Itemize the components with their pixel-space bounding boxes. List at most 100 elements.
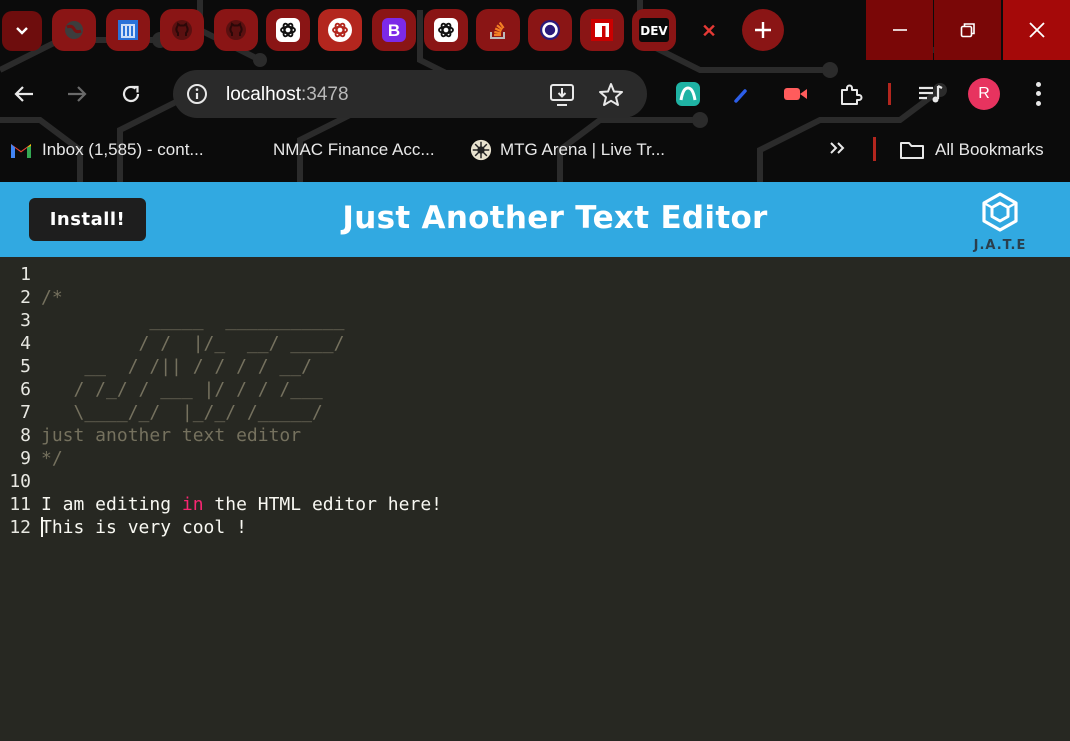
teal-shield-extension-icon [676,82,700,106]
minimize-button[interactable] [866,0,933,60]
address-url[interactable]: localhost:3478 [226,84,349,106]
all-bookmarks-label: All Bookmarks [935,140,1044,159]
media-controls-button[interactable] [916,79,946,109]
purple-ring-icon [540,20,560,40]
browser-chrome: B DEV ✕ localhost:3478 R Inbox (1,585) -… [0,0,1070,182]
code-line[interactable]: / / |/_ __/ ____/ [41,332,1061,355]
code-text: the HTML editor here! [203,494,442,515]
chevron-double-right-icon[interactable] [828,140,846,160]
code-line[interactable] [41,470,1061,493]
code-line[interactable]: /* [41,286,1061,309]
github-icon [226,20,246,40]
line-number: 9 [20,448,31,469]
extension-pen[interactable] [726,79,756,109]
github-icon [172,20,192,40]
library-building-icon [118,20,138,40]
bookmarks-separator [873,137,876,161]
chevron-down-icon [16,27,28,35]
new-tab-button[interactable] [742,9,784,51]
close-icon [1028,22,1045,38]
tab-purple-app[interactable] [528,9,572,51]
code-line[interactable]: __ / /|| / / / / __/ [41,355,1061,378]
restore-icon [960,23,975,38]
openai-icon [276,18,300,42]
npm-icon [591,19,613,41]
tab-github-1[interactable] [160,9,204,51]
site-info-icon[interactable] [184,81,210,107]
browser-menu-icon[interactable] [1026,80,1050,108]
tab-dev[interactable]: DEV [632,9,676,51]
code-text: I am editing [41,494,182,515]
back-button[interactable] [6,76,42,112]
extension-teal[interactable] [673,79,703,109]
tab-globe[interactable] [52,9,96,51]
line-number-gutter: 1 2 3 4 5 6 7 8 9 10 11 12 [0,263,36,539]
code-text: This is very cool ! [41,517,247,538]
code-line[interactable]: _____ ___________ [41,309,1061,332]
tab-chatgpt-active[interactable] [318,9,362,51]
code-line[interactable]: */ [41,447,1061,470]
media-queue-icon [919,85,943,103]
jate-logo: J.A.T.E [965,190,1035,254]
bookmark-nmac[interactable]: NMAC Finance Acc... [273,136,435,164]
bookmark-inbox[interactable]: Inbox (1,585) - cont... [10,136,204,164]
line-number: 12 [9,517,31,538]
code-content[interactable]: /* _____ ___________ / / |/_ __/ ____/ _… [41,263,1061,539]
address-bar[interactable]: localhost:3478 [173,70,647,118]
cube-logo-icon [982,192,1018,232]
puzzle-icon [841,84,863,105]
tab-npm[interactable] [580,9,624,51]
forward-button[interactable] [59,76,95,112]
tab-close-icon[interactable]: ✕ [694,18,724,44]
code-line[interactable]: I am editing in the HTML editor here! [41,493,1061,516]
line-number: 3 [20,310,31,331]
tab-github-2[interactable] [214,9,258,51]
plus-icon [755,22,771,38]
code-editor[interactable]: 1 2 3 4 5 6 7 8 9 10 11 12 /* _____ ____… [0,257,1070,741]
gmail-icon [10,139,32,161]
tab-chatgpt-1[interactable] [266,9,310,51]
page-title: Just Another Text Editor [342,200,768,236]
extensions-menu-button[interactable] [836,79,866,109]
code-line[interactable]: This is very cool ! [41,516,1061,539]
tab-stackoverflow[interactable] [476,9,520,51]
code-line[interactable]: / /_/ / ___ |/ / / /___ [41,378,1061,401]
browser-toolbar: localhost:3478 R [0,66,1070,122]
bookmarks-bar: Inbox (1,585) - cont... NMAC Finance Acc… [0,128,1070,172]
line-number: 7 [20,402,31,423]
restore-button[interactable] [934,0,1001,60]
tab-search-button[interactable] [2,11,42,51]
bookmark-label: MTG Arena | Live Tr... [500,140,666,159]
code-line[interactable] [41,263,1061,286]
tab-chatgpt-2[interactable] [424,9,468,51]
tab-library[interactable] [106,9,150,51]
video-record-extension-icon [784,88,807,100]
profile-avatar[interactable]: R [968,78,1000,110]
minimize-icon [892,29,907,31]
stackoverflow-icon [490,21,505,39]
bootstrap-icon: B [382,18,406,42]
logo-caption: J.A.T.E [973,238,1027,253]
arrow-right-icon [68,86,87,102]
globe-icon [65,21,83,39]
line-number: 2 [20,287,31,308]
reload-icon [122,85,140,103]
mtg-icon [470,139,492,161]
url-host: localhost [226,84,301,105]
line-number: 10 [9,471,31,492]
openai-icon [434,18,458,42]
url-port: :3478 [301,84,349,105]
code-line[interactable]: \____/_/ |_/_/ /_____/ [41,401,1061,424]
reload-button[interactable] [113,76,149,112]
extension-record[interactable] [780,79,810,109]
tab-bootstrap[interactable]: B [372,9,416,51]
app-header: Install! Just Another Text Editor J.A.T.… [0,182,1070,257]
window-close-button[interactable] [1003,0,1070,60]
bookmark-star-icon[interactable] [597,81,625,109]
bookmark-mtg-arena[interactable]: MTG Arena | Live Tr... [470,136,665,164]
code-line[interactable]: just another text editor [41,424,1061,447]
install-app-icon[interactable] [549,82,577,108]
line-number: 5 [20,356,31,377]
all-bookmarks-button[interactable]: All Bookmarks [899,136,1044,164]
tab-strip: B DEV ✕ [0,0,1070,60]
